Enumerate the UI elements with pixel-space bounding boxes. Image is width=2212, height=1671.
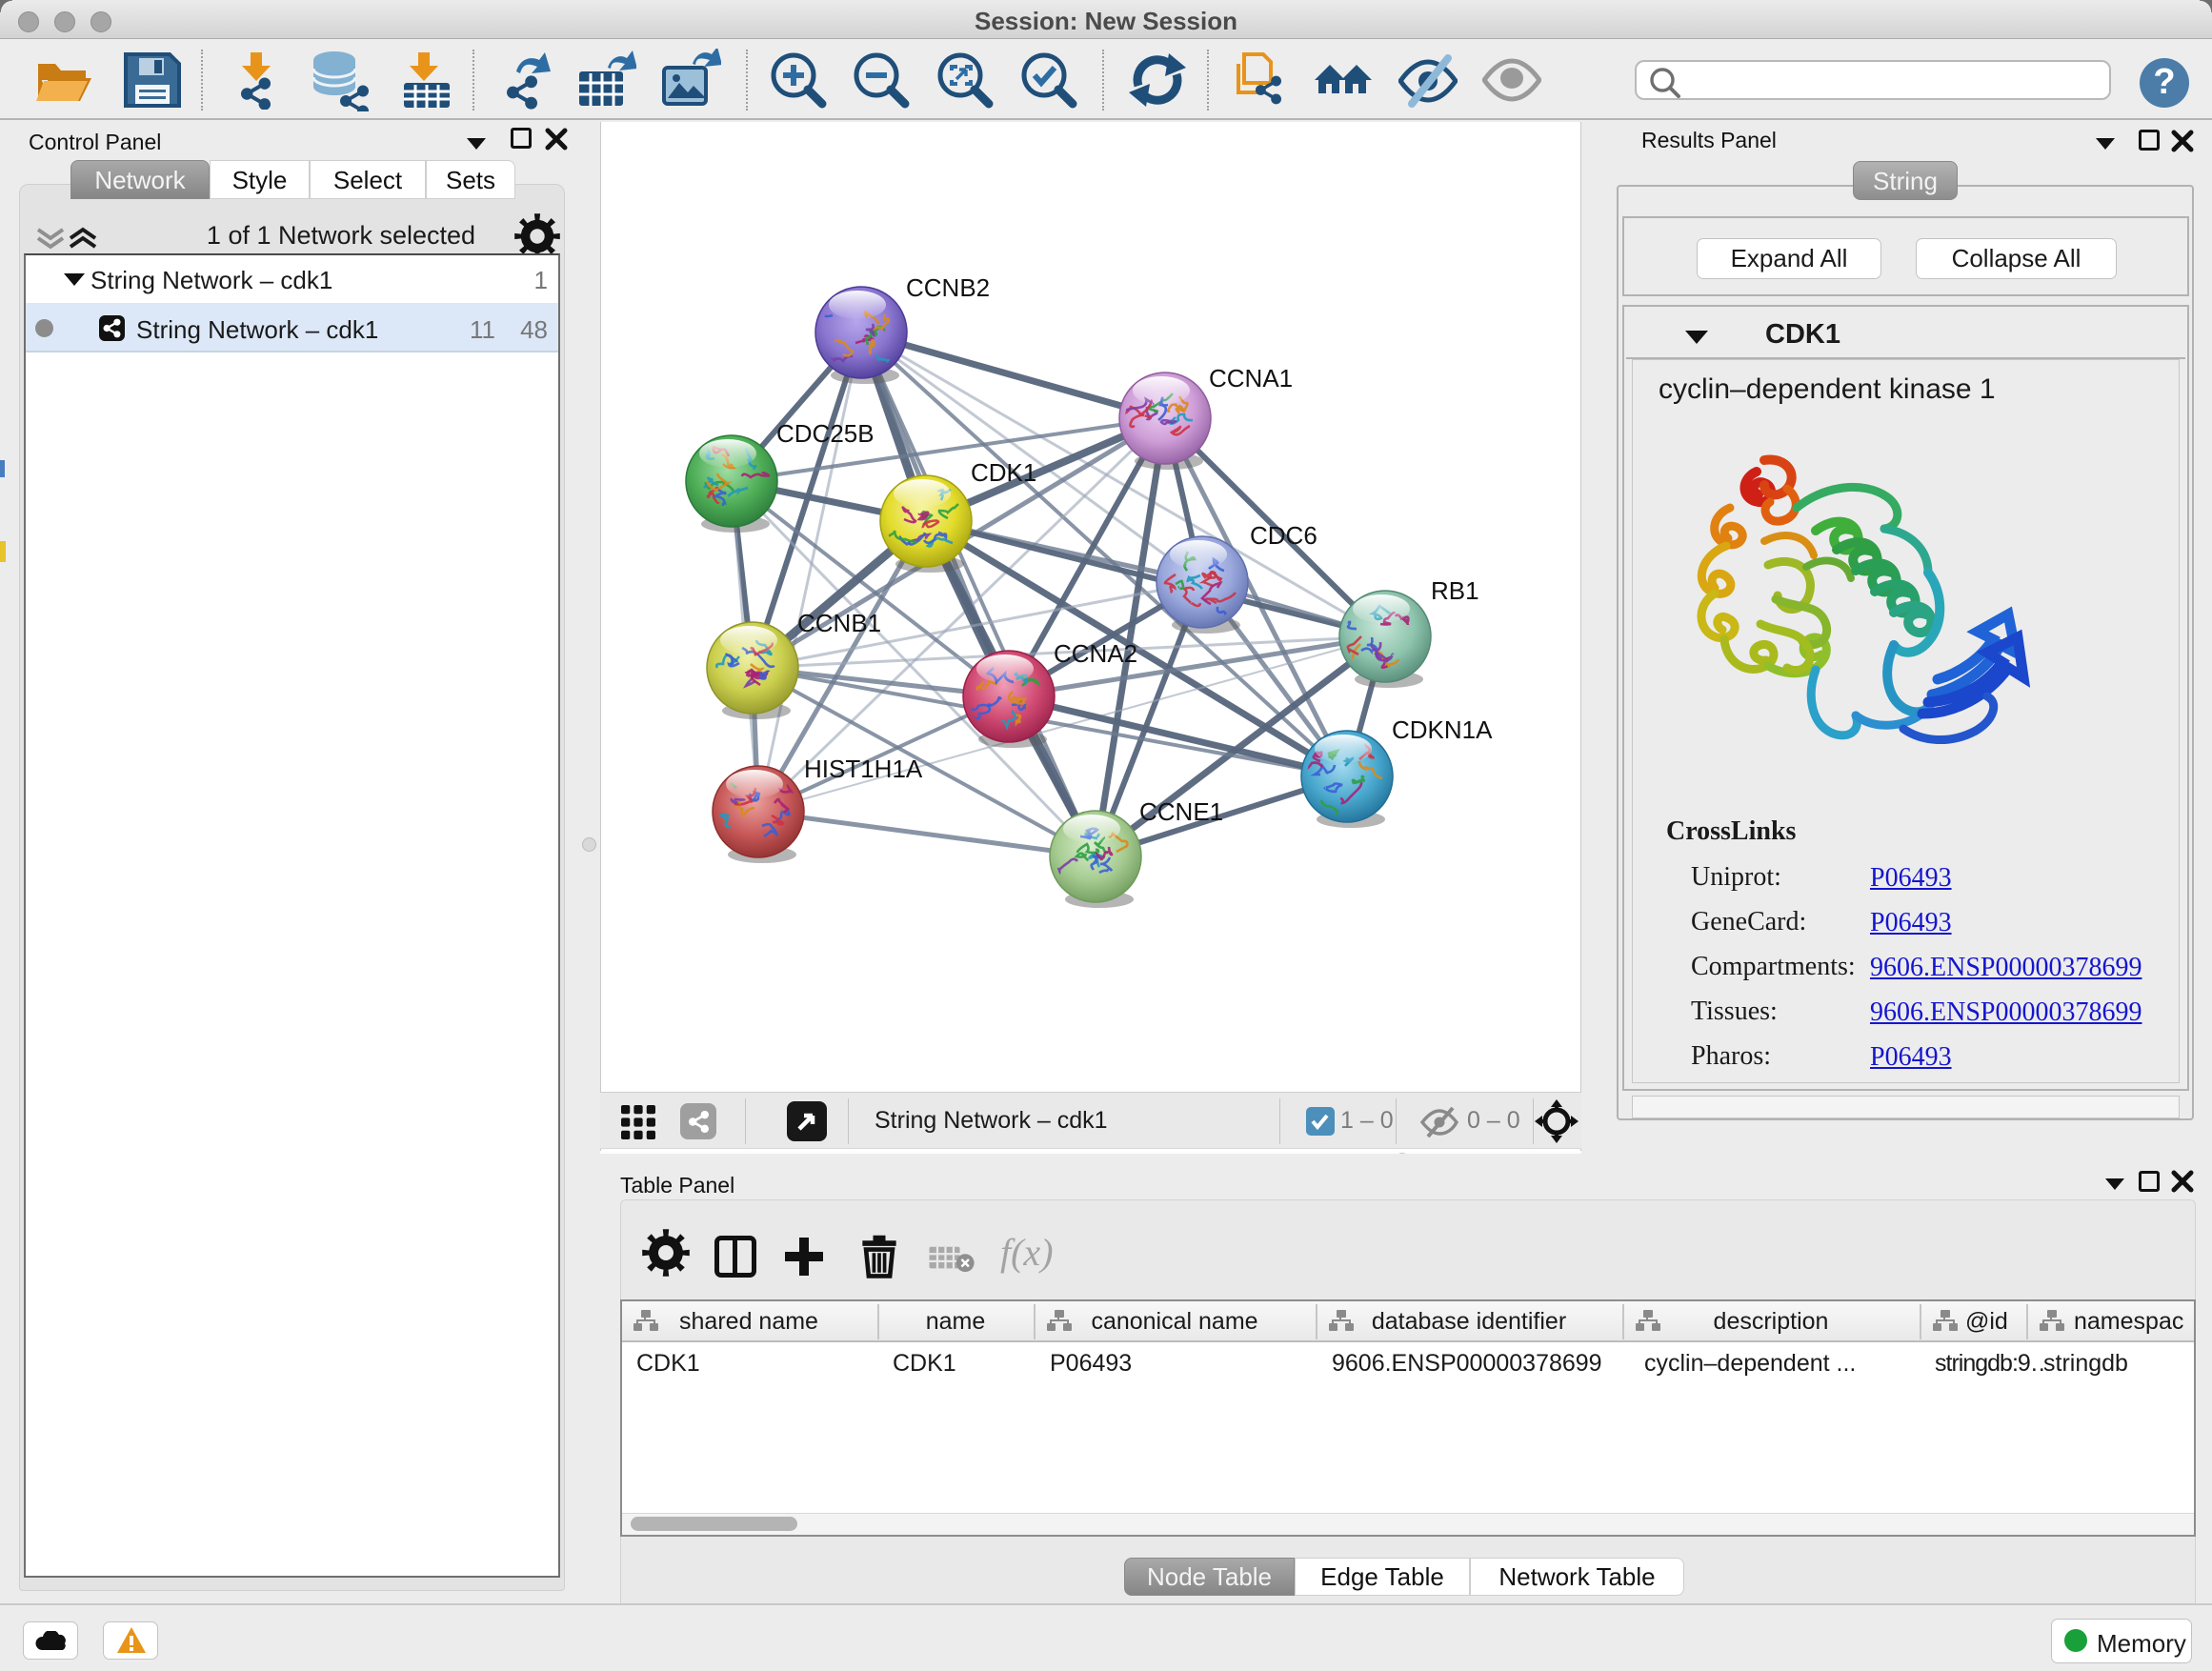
svg-text:RB1: RB1: [1431, 576, 1479, 605]
svg-text:CDK1: CDK1: [971, 458, 1036, 487]
svg-text:CDKN1A: CDKN1A: [1392, 715, 1493, 744]
svg-text:CCNB1: CCNB1: [797, 609, 881, 637]
svg-text:HIST1H1A: HIST1H1A: [804, 755, 923, 783]
svg-text:CDC25B: CDC25B: [776, 419, 875, 448]
svg-text:CCNB2: CCNB2: [906, 273, 990, 302]
svg-text:CCNA1: CCNA1: [1209, 364, 1293, 393]
svg-text:CCNE1: CCNE1: [1139, 797, 1223, 826]
svg-text:CDC6: CDC6: [1250, 521, 1317, 550]
svg-text:CCNA2: CCNA2: [1054, 639, 1137, 668]
